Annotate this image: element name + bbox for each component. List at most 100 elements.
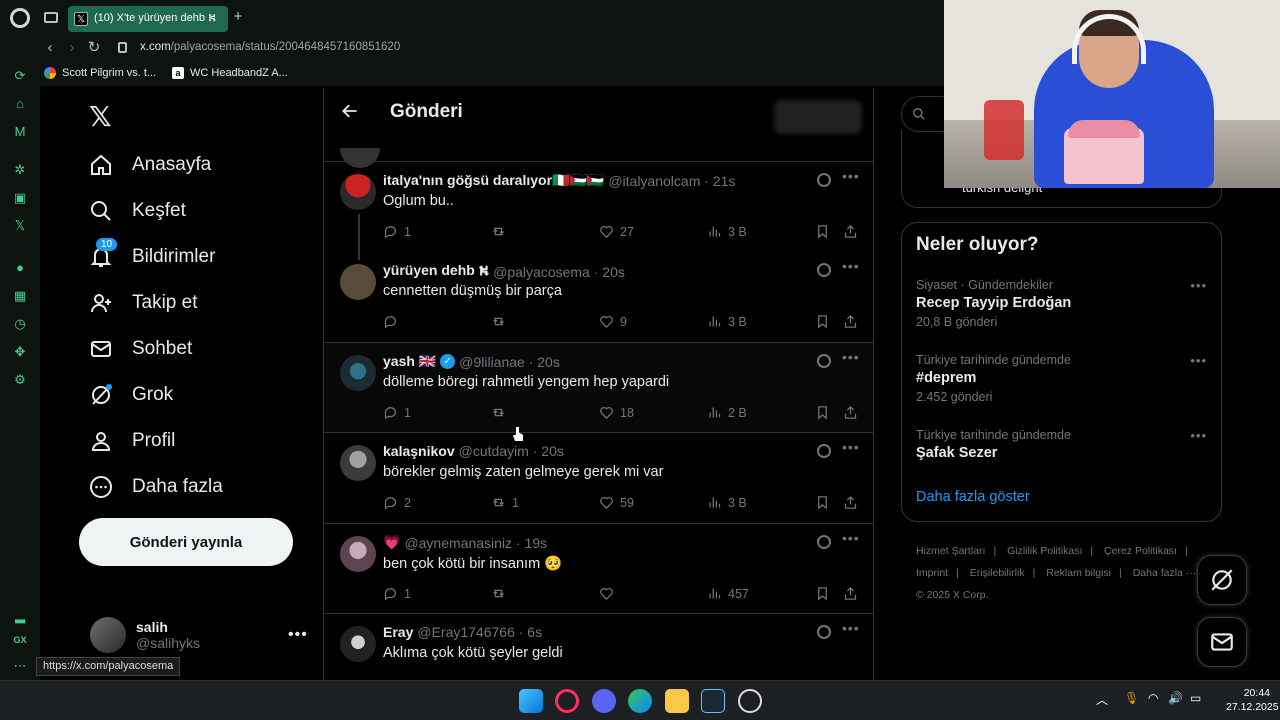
reply-button[interactable]: 1 [383, 586, 411, 601]
tweet-handle[interactable]: @9lilianae · 20s [459, 354, 560, 370]
tweet[interactable]: italya'nın göğsü daralıyor🇮🇹🇵🇸🇵🇸 @italya… [324, 162, 873, 260]
reply-button[interactable]: 1 [383, 224, 411, 239]
messages-fab-button[interactable] [1197, 617, 1247, 667]
footer-link[interactable]: Hizmet Şartları [916, 545, 985, 557]
x-logo-icon[interactable]: 𝕏 [89, 100, 112, 133]
avatar[interactable] [340, 445, 376, 481]
tweet-handle[interactable]: @Eray1746766 · 6s [417, 624, 542, 640]
bookmark-button[interactable] [815, 314, 830, 329]
retweet-button[interactable] [491, 314, 512, 329]
extensions-icon[interactable]: ✥ [12, 344, 28, 360]
trend-item[interactable]: Siyaset · Gündemdekiler Recep Tayyip Erd… [916, 278, 1211, 329]
edge-icon[interactable] [628, 689, 652, 713]
tab-list-icon[interactable] [44, 12, 58, 23]
bookmark-button[interactable] [815, 495, 830, 510]
tweet[interactable]: Eray @Eray1746766 · 6s ••• Aklıma çok kö… [324, 614, 873, 680]
more-icon[interactable]: ••• [842, 258, 860, 274]
nav-item-follow[interactable]: Takip et [88, 287, 197, 319]
bookmark-button[interactable] [815, 586, 830, 601]
footer-link[interactable]: Daha fazla ··· [1133, 567, 1197, 579]
reload-icon[interactable]: ↻ [86, 39, 102, 57]
bookmark-item[interactable]: Scott Pilgrim vs. t... [44, 67, 156, 79]
tweet-handle[interactable]: @palyacosema · 20s [493, 264, 625, 280]
forward-nav-icon[interactable]: › [64, 39, 80, 57]
like-button[interactable]: 18 [599, 405, 634, 420]
bookmark-button[interactable] [815, 405, 830, 420]
trend-item[interactable]: Türkiye tarihinde gündemde Şafak Sezer •… [916, 428, 1211, 461]
grok-icon[interactable] [817, 263, 831, 277]
back-nav-icon[interactable]: ‹ [42, 39, 58, 57]
tweet[interactable]: kalaşnikov @cutdayim · 20s ••• börekler … [324, 433, 873, 524]
like-button[interactable]: 59 [599, 495, 634, 510]
trend-more-icon[interactable]: ••• [1190, 353, 1207, 368]
bookmark-button[interactable] [815, 224, 830, 239]
share-button[interactable] [843, 586, 858, 601]
tweet-author-name[interactable]: 💗 [383, 534, 400, 551]
retweet-button[interactable]: 1 [491, 495, 519, 510]
browser-tab[interactable]: 𝕏 (10) X'te yürüyen dehb ⛕ [68, 6, 228, 32]
more-icon[interactable]: ••• [842, 168, 860, 184]
trend-item[interactable]: Türkiye tarihinde gündemde #deprem 2.452… [916, 353, 1211, 404]
avatar[interactable] [340, 174, 376, 210]
footer-link[interactable]: Imprint [916, 567, 948, 579]
refresh-icon[interactable]: ⟳ [12, 68, 28, 84]
obs-icon[interactable] [738, 689, 762, 713]
grok-icon[interactable] [817, 535, 831, 549]
post-button[interactable]: Gönderi yayınla [79, 518, 293, 566]
nav-item-more[interactable]: Daha fazla [88, 471, 223, 503]
avatar[interactable] [340, 264, 376, 300]
file-explorer-icon[interactable] [665, 689, 689, 713]
new-tab-button[interactable]: + [230, 9, 246, 25]
steam-icon[interactable] [701, 689, 725, 713]
share-button[interactable] [843, 224, 858, 239]
discord-icon[interactable] [592, 689, 616, 713]
retweet-button[interactable] [491, 405, 512, 420]
nav-item-chat[interactable]: Sohbet [88, 333, 192, 365]
mic-icon[interactable]: 🎙 [1124, 691, 1139, 705]
grok-icon[interactable] [817, 444, 831, 458]
x-icon[interactable]: 𝕏 [12, 218, 28, 234]
tray-chevron-icon[interactable]: ︿ [1096, 691, 1108, 708]
nav-item-profile[interactable]: Profil [88, 425, 175, 457]
more-icon[interactable]: ••• [842, 439, 860, 455]
player-icon[interactable]: ● [12, 260, 28, 276]
show-more-link[interactable]: Daha fazla göster [916, 489, 1030, 505]
grok-fab-button[interactable] [1197, 555, 1247, 605]
tweet[interactable]: yash 🇬🇧 ✓ @9lilianae · 20s ••• dölleme b… [324, 343, 873, 433]
nav-item-explore[interactable]: Keşfet [88, 195, 186, 227]
bookmark-item[interactable]: a WC HeadbandZ A... [172, 67, 288, 79]
tweet-handle[interactable]: @cutdayim · 20s [459, 443, 564, 459]
crypto-wallet-icon[interactable]: ⌂ [12, 96, 28, 112]
nav-item-grok[interactable]: Grok [88, 379, 173, 411]
more-icon[interactable]: ••• [842, 530, 860, 546]
footer-link[interactable]: Erişilebilirlik [970, 567, 1025, 579]
messenger-icon[interactable]: M [12, 124, 28, 140]
grok-icon[interactable] [817, 354, 831, 368]
tweet-author-name[interactable]: yash 🇬🇧 [383, 353, 436, 370]
wifi-icon[interactable]: ◠ [1148, 691, 1158, 705]
tweet-handle[interactable]: @aynemanasiniz · 19s [404, 535, 547, 551]
tweet-author-name[interactable]: yürüyen dehb ⛕ [383, 262, 489, 281]
grok-icon[interactable] [817, 173, 831, 187]
share-button[interactable] [843, 314, 858, 329]
battery-icon[interactable]: ▭ [1190, 691, 1201, 705]
windows-start-icon[interactable] [519, 689, 543, 713]
reply-button[interactable]: 2 [383, 495, 411, 510]
views-button[interactable]: 457 [707, 586, 749, 601]
trend-more-icon[interactable]: ••• [1190, 278, 1207, 293]
account-more-icon[interactable]: ••• [288, 626, 308, 644]
more-icon[interactable]: ••• [842, 349, 860, 365]
share-button[interactable] [843, 405, 858, 420]
url-field[interactable]: x.com/palyacosema/status/200464845716085… [140, 41, 400, 53]
views-button[interactable]: 2 B [707, 405, 747, 420]
trend-more-icon[interactable]: ••• [1190, 428, 1207, 443]
sidebar-more-icon[interactable]: ⋯ [12, 658, 28, 674]
like-button[interactable]: 9 [599, 314, 627, 329]
share-button[interactable] [843, 495, 858, 510]
nav-item-notifications[interactable]: 10 Bildirimler [88, 238, 215, 273]
more-icon[interactable]: ••• [842, 620, 860, 636]
footer-link[interactable]: Çerez Politikası [1104, 545, 1177, 557]
nav-item-home[interactable]: Anasayfa [88, 149, 211, 181]
settings-icon[interactable]: ⚙ [12, 372, 28, 388]
gx-corner-icon[interactable]: ▂ [12, 608, 28, 624]
